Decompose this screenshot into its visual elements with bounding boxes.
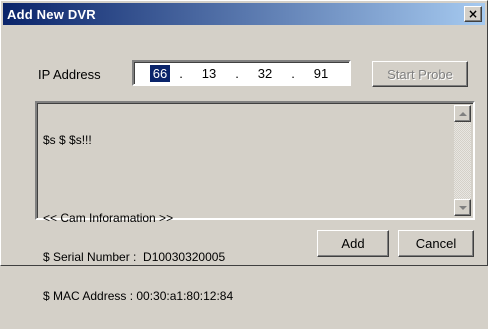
ip-separator: . (179, 65, 183, 81)
ip-address-label: IP Address (38, 67, 101, 82)
chevron-up-icon (458, 111, 467, 116)
ip-separator: . (291, 65, 295, 81)
add-button[interactable]: Add (317, 230, 389, 257)
close-icon: × (467, 7, 479, 21)
cancel-button[interactable]: Cancel (398, 230, 474, 257)
ip-separator: . (235, 65, 239, 81)
scroll-down-button[interactable] (454, 199, 471, 216)
ip-address-field[interactable]: 66 . 13 . 32 . 91 (132, 60, 351, 86)
ip-octet-3[interactable]: 32 (248, 66, 282, 81)
log-line: << Cam Inforamation >> (43, 211, 174, 225)
ip-octet-2[interactable]: 13 (192, 66, 226, 81)
ip-octet-1[interactable]: 66 (150, 64, 170, 82)
add-dvr-dialog: Add New DVR × IP Address 66 . 13 . 32 . … (0, 0, 488, 303)
log-line: $ MAC Address : 00:30:a1:80:12:84 (43, 289, 234, 303)
log-output-box: $s $ $s!!! << Cam Inforamation >> $ Seri… (35, 101, 475, 303)
ip-octet-4[interactable]: 91 (304, 66, 338, 81)
vertical-scrollbar[interactable] (454, 105, 471, 216)
chevron-down-icon (458, 205, 467, 210)
log-line: $s $ $s!!! (43, 133, 92, 147)
log-text: $s $ $s!!! << Cam Inforamation >> $ Seri… (43, 108, 449, 329)
start-probe-button[interactable]: Start Probe (372, 61, 468, 87)
window-title: Add New DVR (7, 6, 96, 22)
title-bar: Add New DVR × (3, 3, 485, 25)
scroll-up-button[interactable] (454, 105, 471, 122)
close-button[interactable]: × (464, 6, 482, 22)
